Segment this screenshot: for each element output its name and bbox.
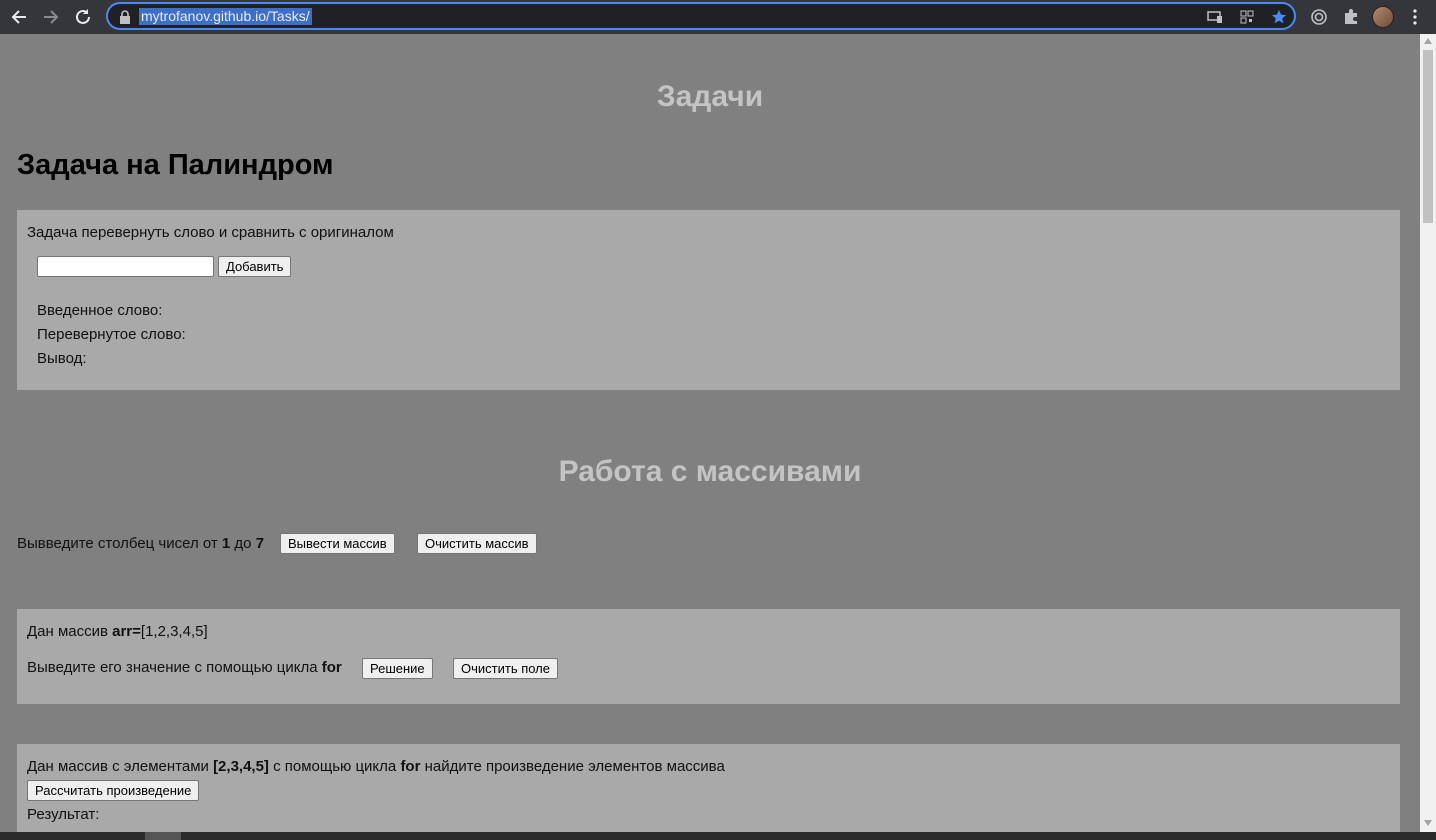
entered-word-label: Введенное слово:	[37, 302, 163, 319]
puzzle-icon[interactable]	[1340, 6, 1362, 28]
back-arrow-icon[interactable]	[7, 5, 31, 29]
vertical-scroll-thumb[interactable]	[1423, 50, 1433, 223]
solve-button[interactable]: Решение	[362, 658, 433, 679]
product-panel: Дан массив с элементами [2,3,4,5] с помо…	[17, 744, 1400, 832]
loop-given-prefix: Дан массив	[27, 623, 113, 640]
palindrome-title: Задача на Палиндром	[17, 149, 334, 181]
loop-given-code: arr=	[112, 623, 141, 640]
result-label: Результат:	[27, 806, 100, 823]
column-num-from: 1	[221, 535, 231, 552]
palindrome-input[interactable]	[37, 256, 214, 277]
product-text-suffix: найдите произведение элементов массива	[420, 758, 725, 775]
loop-panel: Дан массив arr=[1,2,3,4,5] Выведите его …	[17, 609, 1400, 704]
horizontal-scrollbar[interactable]	[0, 832, 1436, 840]
clear-field-button[interactable]: Очистить поле	[453, 658, 559, 679]
browser-toolbar: mytrofanov.github.io/Tasks/	[0, 0, 1436, 34]
target-icon[interactable]	[1308, 6, 1330, 28]
reload-icon[interactable]	[71, 5, 95, 29]
palindrome-description: Задача перевернуть слово и сравнить с ор…	[27, 224, 394, 241]
column-text-prefix: Вывведите столбец чисел от	[17, 535, 222, 552]
reversed-word-label: Перевернутое слово:	[37, 326, 186, 343]
loop-prompt-prefix: Выведите его значение с помощью цикла	[27, 659, 322, 676]
loop-given-array: [1,2,3,4,5]	[140, 623, 208, 640]
page-title: Задачи	[656, 80, 764, 113]
horizontal-scroll-thumb[interactable]	[145, 832, 181, 840]
arrays-title: Работа с массивами	[558, 455, 862, 488]
product-array: [2,3,4,5]	[213, 758, 269, 775]
output-label: Вывод:	[37, 350, 87, 367]
palindrome-panel: Задача перевернуть слово и сравнить с ор…	[17, 210, 1400, 390]
qr-icon[interactable]	[1238, 8, 1256, 26]
calc-product-button[interactable]: Рассчитать произведение	[27, 780, 200, 801]
lock-icon[interactable]	[116, 8, 134, 26]
column-text-mid: до	[230, 535, 256, 552]
loop-prompt-code: for	[321, 659, 342, 676]
column-task-text: Вывведите столбец чисел от 1 до 7	[17, 535, 264, 552]
product-text-prefix: Дан массив с элементами	[27, 758, 214, 775]
scroll-up-icon[interactable]	[1424, 38, 1432, 44]
avatar[interactable]	[1372, 6, 1394, 28]
address-bar[interactable]: mytrofanov.github.io/Tasks/	[106, 2, 1296, 30]
column-num-to: 7	[255, 535, 265, 552]
product-code: for	[400, 758, 421, 775]
forward-arrow-icon[interactable]	[39, 5, 63, 29]
product-text-mid: с помощью цикла	[268, 758, 401, 775]
loop-given-text: Дан массив arr=[1,2,3,4,5]	[27, 623, 208, 640]
cast-icon[interactable]	[1206, 8, 1224, 26]
menu-dots-icon[interactable]	[1404, 6, 1426, 28]
scroll-down-icon[interactable]	[1424, 820, 1432, 826]
product-task-text: Дан массив с элементами [2,3,4,5] с помо…	[27, 758, 725, 775]
page-content: Задачи Задача на Палиндром Задача переве…	[0, 34, 1420, 832]
show-array-button[interactable]: Вывести массив	[280, 533, 395, 554]
clear-array-button[interactable]: Очистить массив	[417, 533, 537, 554]
loop-prompt-text: Выведите его значение с помощью цикла fo…	[27, 659, 342, 676]
url-text[interactable]: mytrofanov.github.io/Tasks/	[139, 8, 312, 25]
star-icon[interactable]	[1270, 8, 1288, 26]
add-button[interactable]: Добавить	[218, 256, 292, 277]
